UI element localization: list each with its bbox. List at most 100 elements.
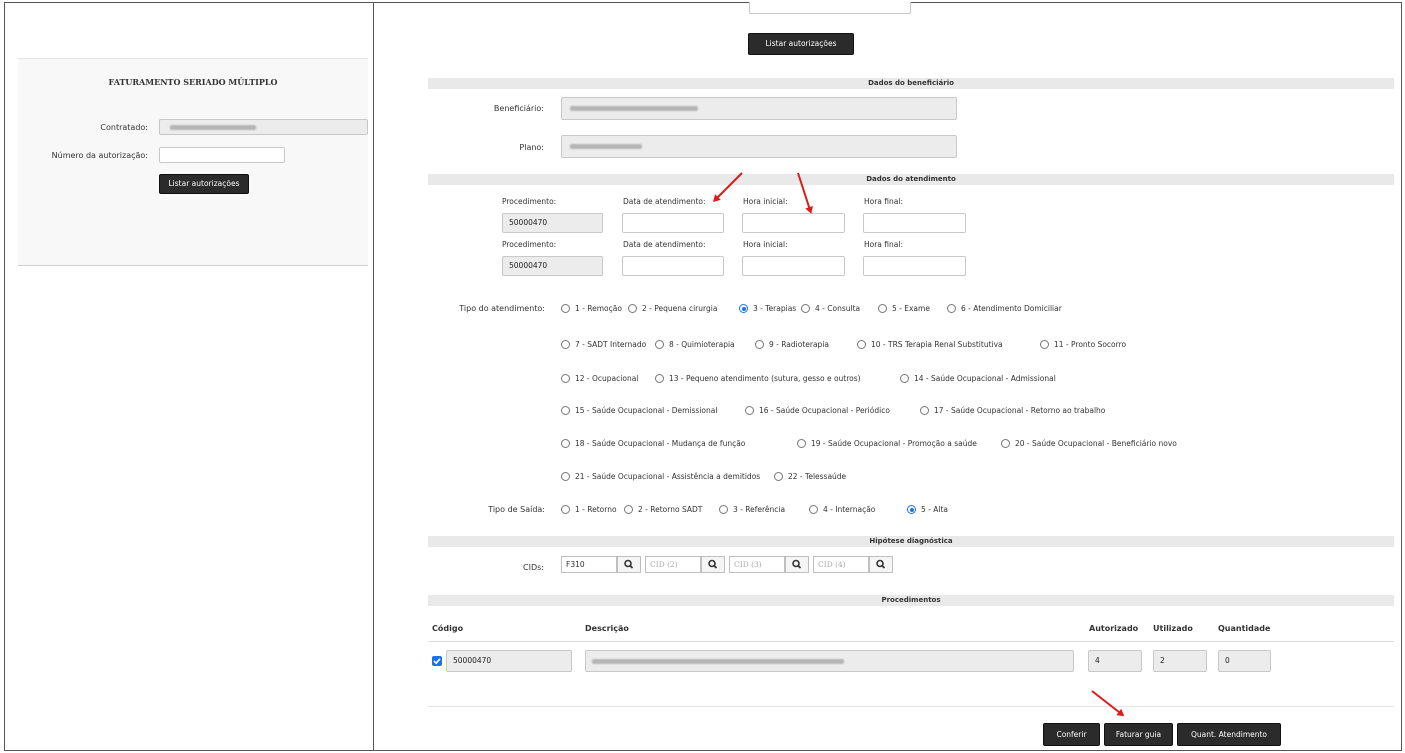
tipo-option-19: 19 - Saúde Ocupacional - Promoção a saúd… (811, 439, 977, 448)
tipo-radio-22[interactable] (774, 472, 783, 481)
tipo-radio-19[interactable] (797, 439, 806, 448)
col-codigo: Código (432, 624, 464, 633)
row-descricao-field (585, 650, 1074, 672)
hora-final-label-2: Hora final: (864, 240, 903, 249)
autorizacao-label: Número da autorização: (51, 151, 148, 160)
saida-option-2: 2 - Retorno SADT (638, 505, 703, 514)
col-descricao: Descrição (585, 624, 629, 633)
data-atendimento-input-1[interactable] (622, 213, 724, 233)
tipo-option-20: 20 - Saúde Ocupacional - Beneficiário no… (1015, 439, 1177, 448)
beneficiario-field (561, 97, 957, 120)
plano-field (561, 135, 957, 158)
cid1-search-button[interactable] (617, 556, 641, 573)
autorizacao-input[interactable] (159, 147, 285, 163)
row-checkbox[interactable] (432, 656, 442, 666)
saida-option-5: 5 - Alta (921, 505, 948, 514)
cid3-search-button[interactable] (785, 556, 809, 573)
contratado-field (159, 119, 368, 135)
tipo-radio-21[interactable] (561, 472, 570, 481)
panel-divider (373, 2, 374, 751)
check-icon (433, 658, 441, 665)
row-autorizado-field: 4 (1088, 650, 1142, 672)
list-authorizations-button[interactable]: Listar autorizações (748, 33, 854, 55)
search-icon (876, 559, 886, 569)
tipo-radio-6[interactable] (947, 304, 956, 313)
tipo-radio-4[interactable] (801, 304, 810, 313)
plano-label: Plano: (519, 143, 544, 152)
saida-radio-3[interactable] (719, 505, 728, 514)
saida-radio-4[interactable] (809, 505, 818, 514)
quant-atendimento-button[interactable]: Quant. Atendimento (1177, 723, 1281, 746)
left-panel-title: FATURAMENTO SERIADO MÚLTIPLO (108, 77, 278, 87)
section-beneficiario: Dados do beneficiário (428, 78, 1394, 89)
beneficiario-label: Beneficiário: (493, 104, 544, 113)
section-hipotese: Hipótese diagnóstica (428, 536, 1394, 547)
top-partial-field[interactable] (749, 2, 911, 14)
hora-inicial-input-1[interactable] (742, 213, 845, 233)
tipo-option-9: 9 - Radioterapia (769, 340, 829, 349)
left-list-authorizations-button[interactable]: Listar autorizações (159, 174, 249, 194)
tipo-option-21: 21 - Saúde Ocupacional - Assistência a d… (575, 472, 761, 481)
search-icon (708, 559, 718, 569)
tipo-radio-20[interactable] (1001, 439, 1010, 448)
section-atendimento: Dados do atendimento (428, 174, 1394, 185)
data-atendimento-label-1: Data de atendimento: (623, 197, 706, 206)
faturar-guia-button[interactable]: Faturar guia (1104, 723, 1173, 746)
tipo-option-13: 13 - Pequeno atendimento (sutura, gesso … (669, 374, 861, 383)
cid2-input[interactable]: CID (2) (645, 556, 701, 573)
saida-radio-2[interactable] (624, 505, 633, 514)
tipo-option-7: 7 - SADT Internado (575, 340, 647, 349)
tipo-option-2: 2 - Pequena cirurgia (642, 304, 718, 313)
tipo-option-16: 16 - Saúde Ocupacional - Periódico (759, 406, 890, 415)
tipo-radio-15[interactable] (561, 406, 570, 415)
tipo-option-22: 22 - Telessaúde (788, 472, 847, 481)
tipo-radio-8[interactable] (655, 340, 664, 349)
tipo-option-12: 12 - Ocupacional (575, 374, 639, 383)
hora-final-input-1[interactable] (863, 213, 966, 233)
tipo-radio-1[interactable] (561, 304, 570, 313)
row-quantidade-field: 0 (1218, 650, 1271, 672)
cid3-input[interactable]: CID (3) (729, 556, 785, 573)
saida-radio-1[interactable] (561, 505, 570, 514)
tipo-option-8: 8 - Quimioterapia (669, 340, 735, 349)
tipo-radio-14[interactable] (900, 374, 909, 383)
table-bottom-divider (428, 706, 1394, 707)
tipo-radio-17[interactable] (920, 406, 929, 415)
data-atendimento-label-2: Data de atendimento: (623, 240, 706, 249)
saida-radio-5[interactable] (907, 505, 916, 514)
conferir-button[interactable]: Conferir (1043, 723, 1100, 746)
tipo-option-5: 5 - Exame (892, 304, 930, 313)
tipo-option-14: 14 - Saúde Ocupacional - Admissional (914, 374, 1056, 383)
tipo-option-4: 4 - Consulta (815, 304, 861, 313)
table-header-divider (428, 641, 1394, 642)
saida-option-1: 1 - Retorno (575, 505, 617, 514)
cid4-input[interactable]: CID (4) (813, 556, 869, 573)
tipo-radio-12[interactable] (561, 374, 570, 383)
tipo-radio-10[interactable] (857, 340, 866, 349)
cid1-input[interactable]: F310 (561, 556, 617, 573)
tipo-option-11: 11 - Pronto Socorro (1054, 340, 1127, 349)
tipo-option-15: 15 - Saúde Ocupacional - Demissional (575, 406, 718, 415)
tipo-radio-18[interactable] (561, 439, 570, 448)
col-quantidade: Quantidade (1218, 624, 1271, 633)
cid4-search-button[interactable] (869, 556, 893, 573)
tipo-radio-7[interactable] (561, 340, 570, 349)
tipo-radio-5[interactable] (878, 304, 887, 313)
tipo-radio-2[interactable] (628, 304, 637, 313)
tipo-radio-9[interactable] (755, 340, 764, 349)
tipo-atendimento-label: Tipo do atendimento: (459, 304, 545, 313)
procedimento-field-2: 50000470 (502, 256, 603, 276)
tipo-option-1: 1 - Remoção (575, 304, 622, 313)
procedimento-label-1: Procedimento: (502, 197, 557, 206)
hora-final-input-2[interactable] (863, 256, 966, 276)
tipo-radio-11[interactable] (1040, 340, 1049, 349)
data-atendimento-input-2[interactable] (622, 256, 724, 276)
hora-inicial-label-1: Hora inicial: (743, 197, 788, 206)
hora-inicial-input-2[interactable] (742, 256, 845, 276)
row-utilizado-field: 2 (1153, 650, 1207, 672)
tipo-radio-3[interactable] (739, 304, 748, 313)
tipo-radio-13[interactable] (655, 374, 664, 383)
tipo-radio-16[interactable] (745, 406, 754, 415)
cid2-search-button[interactable] (701, 556, 725, 573)
row-codigo-field: 50000470 (446, 650, 572, 672)
